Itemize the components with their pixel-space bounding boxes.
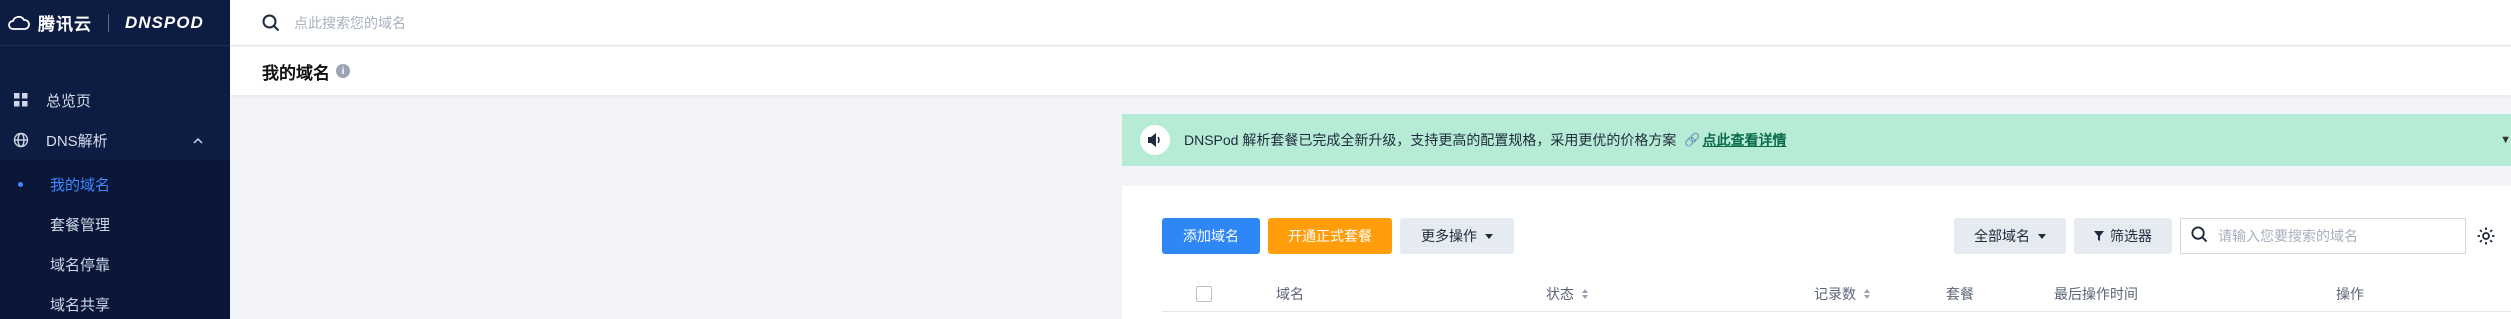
column-label: 记录数 — [1814, 286, 1856, 302]
gear-icon[interactable] — [2476, 226, 2496, 246]
info-icon[interactable]: i — [336, 64, 350, 78]
sidebar-item-label: 域名共享 — [50, 296, 111, 314]
domain-search-input[interactable] — [2218, 228, 2448, 244]
tencent-cloud-icon — [8, 15, 30, 31]
all-domains-dropdown[interactable]: 全部域名 — [1954, 218, 2066, 254]
sidebar-item-label: 总览页 — [46, 92, 92, 110]
chevron-up-icon — [192, 132, 204, 149]
column-last-modified: 最后操作时间 — [2054, 286, 2138, 302]
filter-label: 筛选器 — [2110, 228, 2152, 244]
more-actions-button[interactable]: 更多操作 — [1400, 218, 1514, 254]
notice-text: DNSPod 解析套餐已完成全新升级，支持更高的配置规格，采用更优的价格方案 — [1184, 132, 1677, 148]
sidebar-item-sharing[interactable]: 域名共享 — [0, 284, 230, 319]
search-icon — [262, 14, 280, 32]
sidebar-item-packages[interactable]: 套餐管理 — [0, 204, 230, 244]
sidebar-item-parking[interactable]: 域名停靠 — [0, 244, 230, 284]
brand-divider — [108, 13, 109, 32]
page-header: 我的域名 i — [230, 47, 2511, 95]
search-icon — [2191, 225, 2208, 247]
sidebar-item-overview[interactable]: 总览页 — [0, 80, 230, 120]
column-records[interactable]: 记录数 — [1814, 284, 1870, 304]
add-domain-button[interactable]: 添加域名 — [1162, 218, 1260, 254]
brand-product: DNSPOD — [125, 12, 204, 32]
sort-icon — [1582, 289, 1588, 299]
global-search-input[interactable] — [294, 14, 894, 31]
column-domain: 域名 — [1276, 286, 1304, 302]
sidebar-item-label: 我的域名 — [50, 176, 111, 194]
filter-button[interactable]: 筛选器 — [2074, 218, 2172, 254]
upgrade-notice: DNSPod 解析套餐已完成全新升级，支持更高的配置规格，采用更优的价格方案 🔗… — [1122, 114, 2511, 166]
funnel-icon — [2094, 228, 2104, 244]
sidebar-nav: 总览页 DNS解析 我的域名 套餐管理 域名停靠 域名共享 — [0, 46, 230, 319]
notice-details-link[interactable]: 点此查看详情 — [1703, 130, 1787, 150]
sidebar-item-label: DNS解析 — [46, 132, 108, 150]
sort-icon — [1864, 289, 1870, 299]
domain-list-card: 添加域名 开通正式套餐 更多操作 全部域名 筛选器 域名 状态 记录数 套餐 最… — [1122, 186, 2511, 319]
more-actions-label: 更多操作 — [1421, 228, 1477, 244]
sidebar-subnav: 我的域名 套餐管理 域名停靠 域名共享 — [0, 160, 230, 319]
top-bar — [230, 0, 2511, 46]
sidebar: 腾讯云 DNSPOD 总览页 DNS解析 我的域名 套餐管理 域名停靠 域名共享 — [0, 0, 230, 319]
column-actions: 操作 — [2336, 286, 2364, 302]
brand-logo[interactable]: 腾讯云 DNSPOD — [0, 0, 230, 46]
sidebar-item-my-domains[interactable]: 我的域名 — [0, 164, 230, 204]
link-icon: 🔗 — [1684, 132, 1701, 147]
page-title: 我的域名 — [262, 63, 330, 83]
sidebar-item-label: 域名停靠 — [50, 256, 111, 274]
brand-tencent: 腾讯云 — [38, 15, 92, 34]
table-header: 域名 状态 记录数 套餐 最后操作时间 操作 — [1162, 274, 2511, 312]
column-label: 状态 — [1546, 286, 1574, 302]
sidebar-item-label: 套餐管理 — [50, 216, 111, 234]
notice-expand-icon[interactable]: ▼ — [2500, 134, 2511, 146]
open-package-button[interactable]: 开通正式套餐 — [1268, 218, 1392, 254]
column-status[interactable]: 状态 — [1546, 284, 1588, 304]
sidebar-item-dns[interactable]: DNS解析 — [0, 120, 230, 160]
speaker-icon — [1140, 125, 1170, 155]
select-all-checkbox[interactable] — [1196, 286, 1212, 302]
caret-down-icon — [1485, 233, 1493, 239]
column-package: 套餐 — [1946, 286, 1974, 302]
grid-icon — [12, 91, 30, 109]
domain-search-box[interactable] — [2180, 218, 2466, 254]
caret-down-icon — [2038, 233, 2046, 239]
all-domains-label: 全部域名 — [1974, 228, 2030, 244]
globe-icon — [12, 131, 30, 149]
